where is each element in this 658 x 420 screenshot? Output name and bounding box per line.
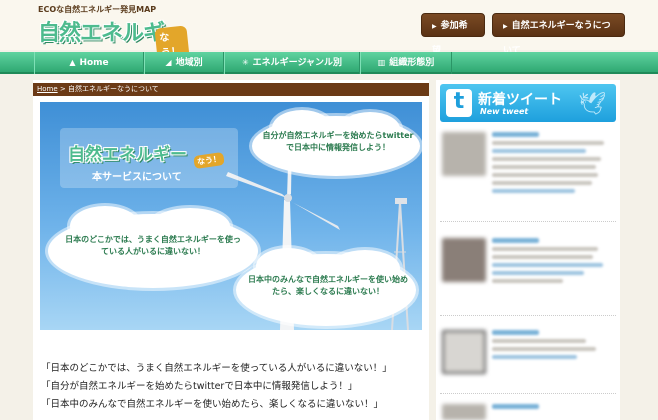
avatar[interactable]: [442, 330, 486, 374]
main-content: Home > 自然エネルギーなうについて 自然エネルギー なう！ 本サービスにつ…: [33, 80, 429, 420]
tweet-item[interactable]: [440, 234, 616, 316]
bubble-text-2: 日本のどこかでは、うまく自然エネルギーを使っている人がいるに違いない！: [65, 235, 241, 256]
bubble-text-3: 日本中のみんなで自然エネルギーを使い始めたら、楽しくなるに違いない！: [248, 275, 408, 296]
new-tweet-subtitle: New tweet: [480, 107, 529, 116]
hero-logo-text: 自然エネルギー: [68, 145, 187, 165]
sidebar: t 新着ツイート New tweet 🕊: [436, 80, 620, 420]
nav-item-organization[interactable]: ▥ 組織形態別: [360, 52, 452, 74]
tweet-content-blurred: [492, 132, 610, 197]
new-tweet-title: 新着ツイート: [478, 92, 562, 108]
avatar[interactable]: [442, 238, 486, 282]
map-icon: ◢: [165, 58, 172, 67]
avatar[interactable]: [442, 404, 486, 420]
main-nav: ▲ Home ◢ 地域別 ✳ エネルギージャンル別 ▥ 組織形態別: [0, 52, 658, 74]
site-tagline: ECOな自然エネルギー発見MAP: [38, 5, 157, 14]
site-logo[interactable]: 自然エネルギー なう！: [38, 15, 190, 61]
body-text-line-2: 「自分が自然エネルギーを始めたらtwitterで日本中に情報発信しよう！」: [41, 381, 358, 392]
hero-image: 自然エネルギー なう！ 本サービスについて 自分が自然エネルギーを始めたらtwi…: [40, 102, 422, 330]
bubble-text-1: 自分が自然エネルギーを始めたらtwitterで日本中に情報発信しよう！: [262, 131, 414, 152]
breadcrumb-separator: >: [59, 85, 66, 93]
avatar[interactable]: [442, 132, 486, 176]
join-button[interactable]: ▶ 参加希望: [421, 13, 485, 56]
twitter-bird-icon: 🕊: [578, 92, 606, 117]
building-icon: ▥: [377, 58, 386, 67]
tweet-content-blurred: [492, 404, 610, 413]
about-button[interactable]: ▶ 自然エネルギーなうについて: [492, 13, 625, 56]
twitter-t-icon: t: [446, 89, 472, 117]
arrow-right-icon: ▶: [503, 23, 508, 30]
tweet-content-blurred: [492, 238, 610, 287]
breadcrumb: Home > 自然エネルギーなうについて: [33, 83, 429, 96]
sun-icon: ✳: [241, 58, 249, 67]
nav-item-energy-genre[interactable]: ✳ エネルギージャンル別: [224, 52, 360, 74]
tweet-content-blurred: [492, 330, 610, 363]
nav-item-region[interactable]: ◢ 地域別: [144, 52, 224, 74]
breadcrumb-current: 自然エネルギーなうについて: [68, 85, 159, 93]
body-text-line-1: 「日本のどこかでは、うまく自然エネルギーを使っている人がいるに違いない！」: [41, 363, 392, 374]
new-tweet-header: t 新着ツイート New tweet 🕊: [440, 84, 616, 122]
nav-item-home[interactable]: ▲ Home: [34, 52, 144, 74]
breadcrumb-home-link[interactable]: Home: [37, 85, 58, 93]
hero-subtitle: 本サービスについて: [92, 172, 182, 183]
site-header: ECOな自然エネルギー発見MAP 自然エネルギー なう！ ▶ 参加希望 ▶ 自然エネ…: [0, 0, 658, 61]
tweet-item[interactable]: [440, 128, 616, 222]
page-margin-right: [622, 80, 658, 420]
arrow-right-icon: ▶: [432, 23, 437, 30]
body-text-line-3: 「日本中のみんなで自然エネルギーを使い始めたら、楽しくなるに違いない！」: [41, 399, 384, 410]
tweet-item[interactable]: [440, 400, 616, 420]
home-icon: ▲: [69, 58, 76, 67]
tweet-item[interactable]: [440, 326, 616, 394]
